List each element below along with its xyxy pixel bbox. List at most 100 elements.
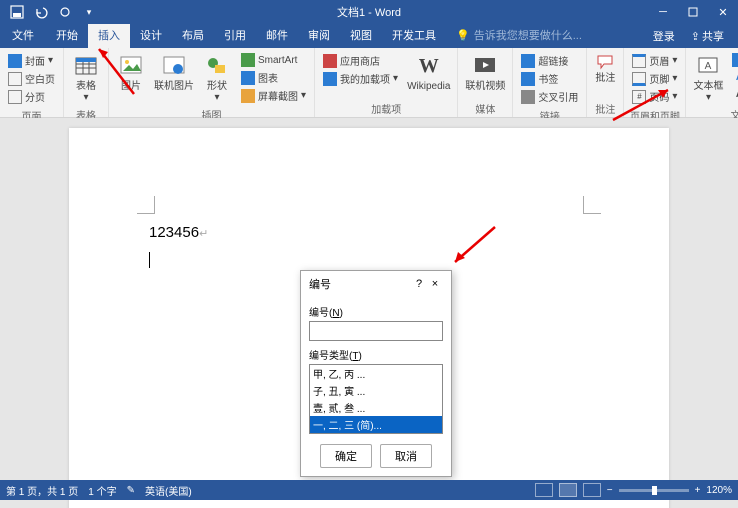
footer-button[interactable]: 页脚 ▾	[630, 70, 679, 87]
table-icon	[73, 53, 99, 79]
page-break-button[interactable]: 分页	[6, 88, 57, 105]
smartart-label: SmartArt	[258, 55, 297, 66]
online-video-button[interactable]: 联机视频	[462, 50, 508, 95]
number-type-option[interactable]: 壹, 贰, 叁 ...	[310, 399, 442, 416]
number-type-option[interactable]: 一, 二, 三 (简)...	[310, 416, 442, 433]
tab-bar: 文件 开始 插入 设计 布局 引用 邮件 审阅 视图 开发工具 💡告诉我您想要做…	[0, 24, 738, 48]
video-icon	[472, 53, 498, 79]
group-media: 联机视频 媒体	[458, 48, 513, 117]
store-button[interactable]: 应用商店	[321, 52, 400, 69]
dialog-titlebar[interactable]: 编号 ? ×	[301, 271, 451, 297]
status-words[interactable]: 1 个字	[88, 483, 116, 498]
dialog-close-button[interactable]: ×	[427, 278, 443, 290]
minimize-button[interactable]: ─	[648, 1, 678, 23]
dropcap-button[interactable]: A▾	[730, 86, 738, 102]
zoom-thumb[interactable]	[652, 486, 657, 495]
group-addins: 应用商店 我的加载项 ▾ W Wikipedia 加载项	[315, 48, 458, 117]
pagenum-icon: #	[632, 90, 646, 104]
number-type-list[interactable]: 甲, 乙, 丙 ...子, 丑, 寅 ...壹, 贰, 叁 ...一, 二, 三…	[309, 364, 443, 434]
chart-button[interactable]: 图表	[239, 69, 308, 86]
status-proofing-icon[interactable]: ✎	[127, 485, 135, 496]
zoom-slider[interactable]	[619, 489, 689, 492]
number-type-option[interactable]: 子, 丑, 寅 ...	[310, 382, 442, 399]
header-button[interactable]: 页眉 ▾	[630, 52, 679, 69]
pagenum-label: 页码	[649, 89, 669, 104]
my-addins-button[interactable]: 我的加载项 ▾	[321, 70, 400, 87]
tab-design[interactable]: 设计	[130, 22, 172, 48]
ribbon: 封面 ▾ 空白页 分页 页面 表格▾ 表格 图片 联机图片	[0, 48, 738, 118]
cover-page-button[interactable]: 封面 ▾	[6, 52, 57, 69]
tab-insert[interactable]: 插入	[88, 22, 130, 48]
cover-page-label: 封面	[25, 53, 45, 68]
save-button[interactable]	[6, 1, 28, 23]
comment-icon	[596, 53, 614, 71]
shapes-button[interactable]: 形状▾	[199, 50, 235, 106]
pagenum-button[interactable]: #页码 ▾	[630, 88, 679, 105]
number-input[interactable]	[309, 321, 443, 341]
document-area: 123456↵ 编号 ? × 编号(N) 编号类型(T) 甲, 乙, 丙 ...…	[0, 118, 738, 508]
maximize-button[interactable]	[678, 1, 708, 23]
smartart-icon	[241, 53, 255, 67]
cover-page-icon	[8, 54, 22, 68]
tab-file[interactable]: 文件	[0, 22, 46, 48]
group-addins-label: 加载项	[319, 100, 453, 117]
comment-button[interactable]: 批注	[591, 50, 619, 87]
blank-page-button[interactable]: 空白页	[6, 70, 57, 87]
qat-more-button[interactable]: ▾	[78, 1, 100, 23]
group-links: 超链接 书签 交叉引用 链接	[513, 48, 587, 117]
ok-button[interactable]: 确定	[320, 444, 372, 468]
dialog-help-button[interactable]: ?	[411, 278, 427, 290]
page-break-label: 分页	[25, 89, 45, 104]
tab-home[interactable]: 开始	[46, 22, 88, 48]
view-print-button[interactable]	[559, 483, 577, 497]
textbox-label: 文本框	[693, 81, 723, 92]
status-bar: 第 1 页，共 1 页 1 个字 ✎ 英语(美国) − + 120%	[0, 480, 738, 500]
tab-review[interactable]: 审阅	[298, 22, 340, 48]
bookmark-button[interactable]: 书签	[519, 70, 580, 87]
crossref-button[interactable]: 交叉引用	[519, 88, 580, 105]
textbox-button[interactable]: A 文本框▾	[690, 50, 726, 106]
wordart-icon: A	[732, 70, 738, 84]
dialog-title: 编号	[309, 276, 411, 292]
tab-mailings[interactable]: 邮件	[256, 22, 298, 48]
number-type-option[interactable]: 甲, 乙, 丙 ...	[310, 365, 442, 382]
wikipedia-label: Wikipedia	[407, 81, 450, 92]
tab-developer[interactable]: 开发工具	[382, 22, 446, 48]
status-page[interactable]: 第 1 页，共 1 页	[6, 483, 78, 498]
window-title: 文档1 - Word	[337, 4, 401, 20]
share-button[interactable]: ⇪共享	[683, 24, 732, 48]
table-button[interactable]: 表格▾	[68, 50, 104, 106]
tab-layout[interactable]: 布局	[172, 22, 214, 48]
header-icon	[632, 54, 646, 68]
view-web-button[interactable]	[583, 483, 601, 497]
tell-me-input[interactable]: 💡告诉我您想要做什么...	[446, 22, 592, 48]
wordart-button[interactable]: A▾	[730, 69, 738, 85]
screenshot-button[interactable]: 屏幕截图 ▾	[239, 87, 308, 104]
bookmark-label: 书签	[538, 71, 558, 86]
quick-access-toolbar: ▾	[0, 1, 100, 23]
cancel-button[interactable]: 取消	[380, 444, 432, 468]
view-read-button[interactable]	[535, 483, 553, 497]
tab-view[interactable]: 视图	[340, 22, 382, 48]
text-parts-button[interactable]: ▾	[730, 52, 738, 68]
zoom-out-button[interactable]: −	[607, 485, 613, 496]
status-language[interactable]: 英语(美国)	[145, 483, 192, 498]
hyperlink-icon	[521, 54, 535, 68]
number-type-option[interactable]: 1, 2, 3, ...	[310, 433, 442, 434]
share-label: 共享	[702, 28, 724, 44]
online-picture-button[interactable]: 联机图片	[151, 50, 197, 95]
close-button[interactable]: ✕	[708, 1, 738, 23]
tab-references[interactable]: 引用	[214, 22, 256, 48]
share-icon: ⇪	[691, 30, 700, 43]
group-tables: 表格▾ 表格	[64, 48, 109, 117]
screenshot-label: 屏幕截图	[258, 88, 298, 103]
undo-button[interactable]	[30, 1, 52, 23]
zoom-in-button[interactable]: +	[695, 485, 701, 496]
hyperlink-button[interactable]: 超链接	[519, 52, 580, 69]
redo-button[interactable]	[54, 1, 76, 23]
zoom-level[interactable]: 120%	[706, 485, 732, 496]
login-button[interactable]: 登录	[645, 24, 683, 48]
smartart-button[interactable]: SmartArt	[239, 52, 308, 68]
picture-button[interactable]: 图片	[113, 50, 149, 95]
wikipedia-button[interactable]: W Wikipedia	[404, 50, 453, 95]
